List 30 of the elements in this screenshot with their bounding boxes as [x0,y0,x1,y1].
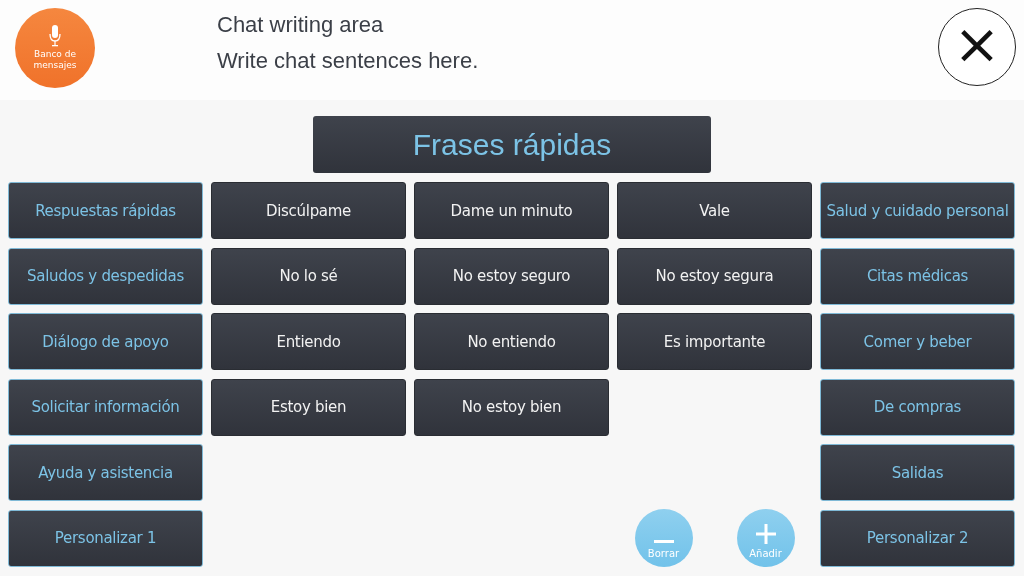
chat-placeholder[interactable]: Write chat sentences here. [217,48,938,74]
plus-icon [755,524,776,545]
microphone-icon [49,25,61,48]
phrase-button[interactable]: No estoy segura [617,247,812,305]
phrase-button[interactable]: Es importante [617,313,812,371]
category-button[interactable]: Personalizar 1 [8,509,203,567]
phrase-button[interactable]: Estoy bien [211,378,406,436]
phrase-button[interactable]: Discúlpame [211,182,406,239]
category-button[interactable]: Diálogo de apoyo [8,313,203,371]
category-button[interactable]: Saludos y despedidas [8,247,203,305]
close-button[interactable]: × [938,8,1016,86]
phrase-button[interactable]: No entiendo [414,313,609,371]
category-button[interactable]: Solicitar información [8,378,203,436]
phrase-button[interactable]: No lo sé [211,247,406,305]
phrase-button[interactable]: No estoy bien [414,378,609,436]
phrase-button[interactable]: Entiendo [211,313,406,371]
phrase-button[interactable]: Dame un minuto [414,182,609,239]
category-button[interactable]: Respuestas rápidas [8,182,203,239]
category-button[interactable]: Citas médicas [820,247,1015,305]
section-title: Frases rápidas [313,116,711,173]
category-button[interactable]: Personalizar 2 [820,509,1015,567]
category-button[interactable]: Ayuda y asistencia [8,444,203,502]
category-button[interactable]: De compras [820,378,1015,436]
phrase-button[interactable]: No estoy seguro [414,247,609,305]
category-button[interactable]: Comer y beber [820,313,1015,371]
phrase-button[interactable]: Vale [617,182,812,239]
minus-icon [653,540,674,545]
category-button[interactable]: Salidas [820,444,1015,502]
category-button[interactable]: Salud y cuidado personal [820,182,1015,239]
chat-area-title: Chat writing area [217,12,385,38]
